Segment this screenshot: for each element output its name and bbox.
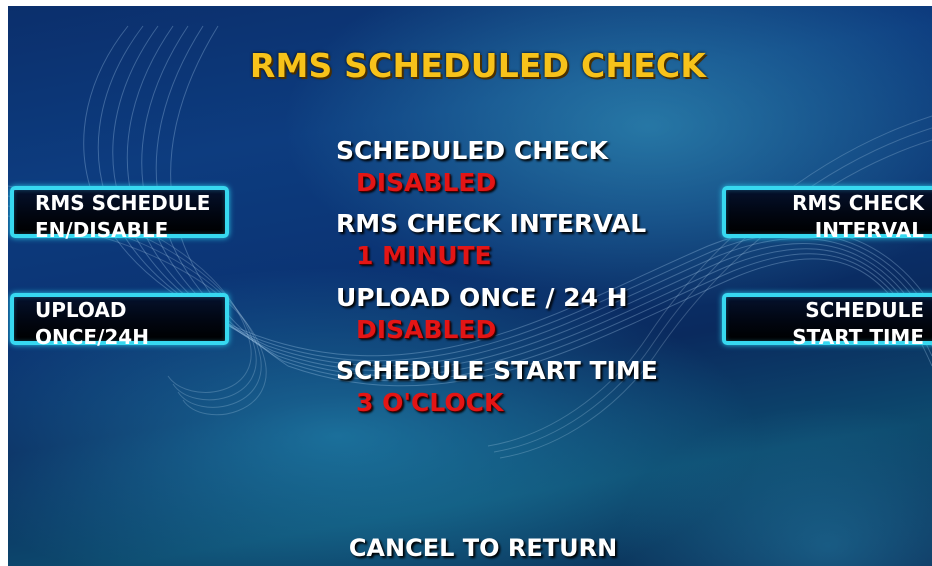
scheduled-check-label: SCHEDULED CHECK — [336, 136, 608, 165]
button-label-line2: INTERVAL — [814, 218, 924, 242]
cancel-prompt: CANCEL TO RETURN — [348, 534, 618, 562]
upload-once-label: UPLOAD ONCE / 24 H — [336, 283, 628, 312]
button-label-line1: SCHEDULE — [805, 298, 924, 322]
button-label-line2: ONCE/24H — [35, 325, 149, 349]
rms-check-interval-label: RMS CHECK INTERVAL — [336, 209, 647, 238]
button-label-line1: RMS CHECK — [792, 191, 924, 215]
button-label-line1: RMS SCHEDULE — [35, 191, 211, 215]
schedule-start-time-label: SCHEDULE START TIME — [336, 356, 658, 385]
upload-once-24h-button[interactable]: UPLOAD ONCE/24H — [10, 293, 229, 349]
schedule-start-time-value: 3 O'CLOCK — [356, 388, 504, 417]
upload-once-value: DISABLED — [356, 315, 497, 344]
page-title: RMS SCHEDULED CHECK — [249, 46, 707, 85]
schedule-start-time-button[interactable]: SCHEDULE START TIME — [722, 293, 932, 349]
rms-check-interval-button[interactable]: RMS CHECK INTERVAL — [722, 186, 932, 242]
rms-check-interval-value: 1 MINUTE — [356, 241, 492, 270]
button-label-line1: UPLOAD — [35, 298, 127, 322]
scheduled-check-value: DISABLED — [356, 168, 497, 197]
rms-schedule-enable-button[interactable]: RMS SCHEDULE EN/DISABLE — [10, 186, 229, 242]
atm-screen: RMS SCHEDULED CHECK SCHEDULED CHECK DISA… — [8, 6, 932, 566]
button-label-line2: EN/DISABLE — [35, 218, 169, 242]
button-label-line2: START TIME — [792, 325, 924, 349]
